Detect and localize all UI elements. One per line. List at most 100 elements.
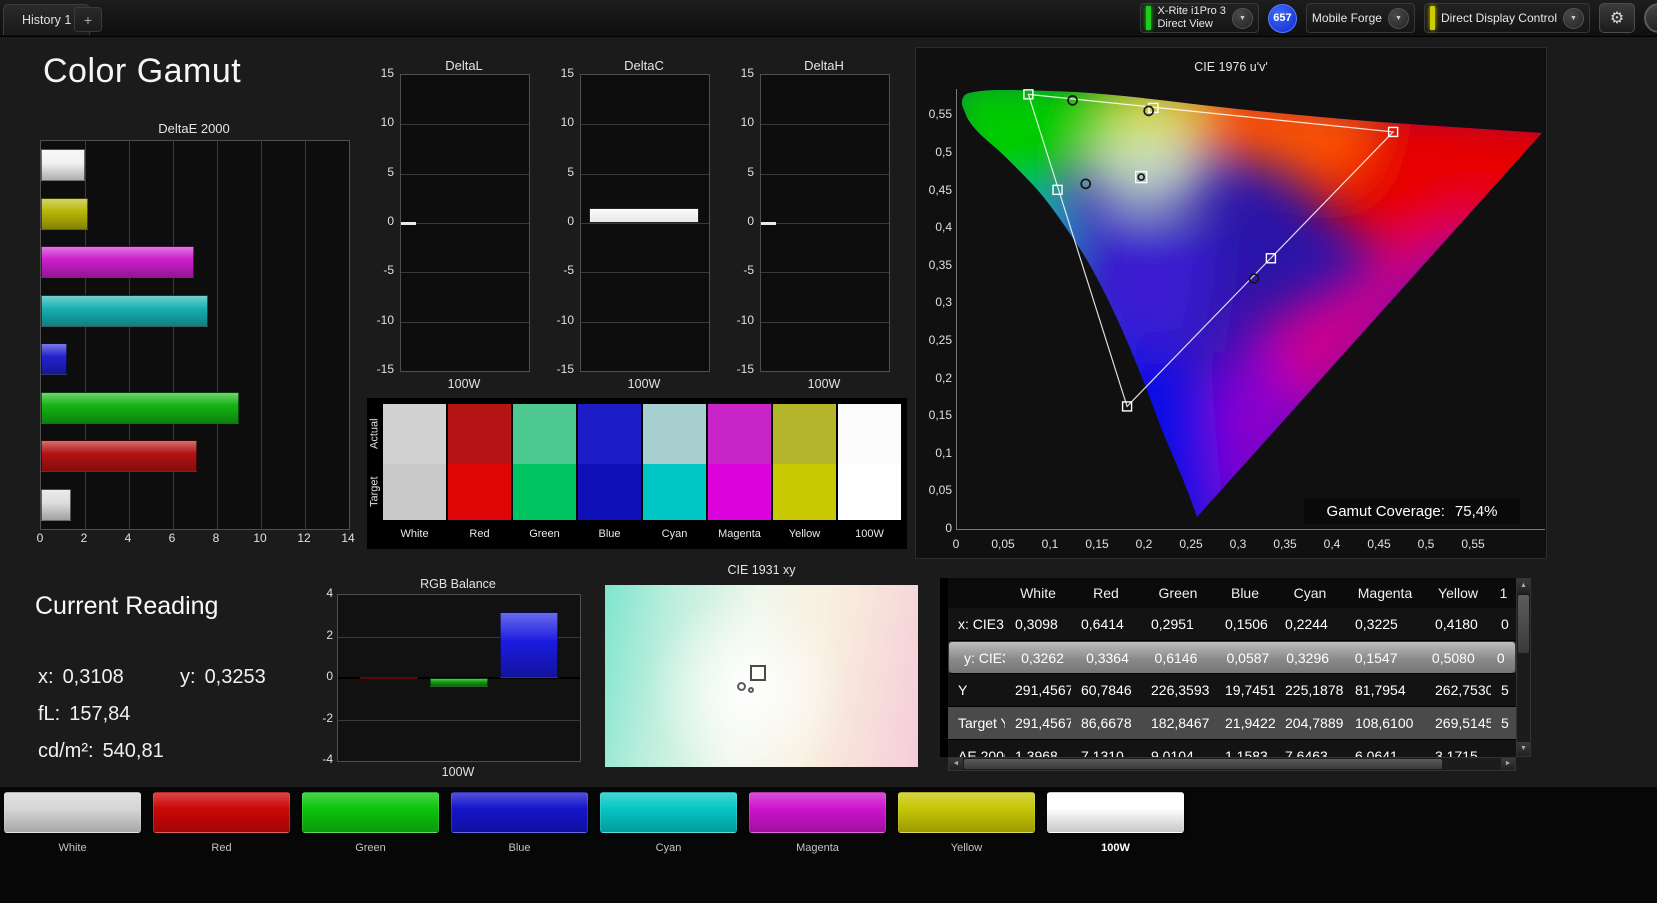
y-tick-label: 0,45: [916, 183, 952, 197]
pattern-button-green[interactable]: Green: [302, 792, 439, 854]
meter-status-indicator: [1146, 6, 1151, 30]
deltae-bar-100w: [41, 149, 85, 181]
pattern-button-blue[interactable]: Blue: [451, 792, 588, 854]
measurement-table: WhiteRedGreenBlueCyanMagentaYellow1 x: C…: [940, 578, 1531, 771]
fl-label: fL:: [38, 703, 60, 726]
settings-button[interactable]: ⚙: [1599, 3, 1635, 33]
y-tick-label: 0,5: [916, 145, 952, 159]
target-swatch: [383, 464, 446, 520]
target-swatch: [838, 464, 901, 520]
y-tick-label: -5: [540, 263, 574, 277]
pattern-button-cyan[interactable]: Cyan: [600, 792, 737, 854]
table-row[interactable]: ΔE 20001,39687,13109,01041,15837,64636,0…: [948, 740, 1516, 757]
meter-mode: Direct View: [1157, 18, 1225, 31]
x-tick-label: 14: [336, 531, 360, 545]
pattern-swatch: [1047, 792, 1184, 833]
y-label: y:: [180, 666, 196, 689]
pattern-swatch: [451, 792, 588, 833]
pattern-button-yellow[interactable]: Yellow: [898, 792, 1035, 854]
table-cell: 0,3098: [1005, 608, 1071, 640]
row-label: Target Y: [948, 707, 1005, 739]
deltae-bar-red: [41, 440, 197, 472]
y-tick-label: 0,35: [916, 258, 952, 272]
column-header: [948, 578, 1005, 608]
deltae-chart-plot: [40, 140, 350, 530]
table-row[interactable]: Target Y291,456786,6678182,846721,942220…: [948, 707, 1516, 740]
scroll-up-arrow[interactable]: ▲: [1517, 579, 1530, 593]
y-tick-label: 0,4: [916, 220, 952, 234]
swatch-label: Green: [513, 528, 576, 540]
table-row[interactable]: y: CIE310,32620,33640,61460,05870,32960,…: [948, 641, 1516, 674]
scroll-left-arrow[interactable]: ◄: [949, 758, 963, 770]
gridline: [305, 141, 306, 529]
calman-calibration-app: History 1 + X-Rite i1Pro 3 Direct View ▼…: [0, 0, 1657, 903]
chevron-glyph: ▼: [1239, 15, 1246, 22]
y-tick-label: -5: [720, 263, 754, 277]
pattern-swatch: [749, 792, 886, 833]
swatch-column-yellow: Yellow: [773, 404, 836, 540]
swatch-column-100w: 100W: [838, 404, 901, 540]
swatch-column-green: Green: [513, 404, 576, 540]
vertical-scrollbar[interactable]: ▲ ▼: [1516, 578, 1531, 757]
y-tick-label: 15: [720, 66, 754, 80]
swatch-strip-panel: Actual Target WhiteRedGreenBlueCyanMagen…: [367, 398, 907, 549]
cdm2-value: 540,81: [103, 740, 164, 763]
actual-row-label: Actual: [368, 404, 381, 464]
swatch-label: Blue: [578, 528, 641, 540]
chevron-down-icon[interactable]: ▼: [1388, 8, 1409, 29]
y-tick-label: 10: [540, 115, 574, 129]
x-axis-label: 100W: [760, 377, 888, 391]
y-tick-label: 0: [720, 214, 754, 228]
delta-plot: [580, 74, 710, 372]
chevron-down-icon[interactable]: ▼: [1563, 8, 1584, 29]
deltae-bar-magenta: [41, 246, 194, 278]
deltae-bar-green: [41, 392, 239, 424]
chevron-down-icon[interactable]: ▼: [1232, 8, 1253, 29]
table-cell: 0,2951: [1141, 608, 1215, 640]
y-tick-label: 15: [360, 66, 394, 80]
pattern-label: 100W: [1047, 842, 1184, 854]
table-header-row: WhiteRedGreenBlueCyanMagentaYellow1: [948, 578, 1516, 608]
meter-select[interactable]: X-Rite i1Pro 3 Direct View ▼: [1140, 3, 1258, 33]
pattern-button-100w[interactable]: 100W: [1047, 792, 1184, 854]
add-tab-button[interactable]: +: [74, 7, 102, 32]
pattern-button-magenta[interactable]: Magenta: [749, 792, 886, 854]
x-tick-label: 0,55: [1458, 537, 1488, 551]
table-cell: 21,9422: [1215, 707, 1275, 739]
scroll-down-arrow[interactable]: ▼: [1517, 742, 1530, 756]
x-tick-label: 0,2: [1129, 537, 1159, 551]
table-cell: 81,7954: [1345, 674, 1425, 706]
x-axis-label: 100W: [400, 377, 528, 391]
pattern-button-red[interactable]: Red: [153, 792, 290, 854]
topbar: History 1 + X-Rite i1Pro 3 Direct View ▼…: [0, 0, 1657, 37]
y-tick-label: -10: [360, 313, 394, 327]
table-row[interactable]: Y291,456760,7846226,359319,7451225,18788…: [948, 674, 1516, 707]
gridline: [581, 272, 709, 273]
table-cell: 7,1310: [1071, 740, 1141, 757]
swatch-columns: WhiteRedGreenBlueCyanMagentaYellow100W: [383, 404, 901, 540]
gridline: [761, 124, 889, 125]
x-tick-label: 0,1: [1035, 537, 1065, 551]
table-cell: 0,3296: [1276, 642, 1338, 674]
reading-count-badge[interactable]: 657: [1268, 4, 1297, 33]
horizontal-scrollbar[interactable]: ◄ ►: [948, 757, 1516, 771]
y-tick-label: 0: [360, 214, 394, 228]
source-select[interactable]: Mobile Forge ▼: [1306, 3, 1415, 33]
swatch-column-magenta: Magenta: [708, 404, 771, 540]
cie1931-zoom-plot: [605, 585, 918, 767]
reading-cdm2: cd/m²: 540,81: [38, 740, 164, 763]
pattern-button-white[interactable]: White: [4, 792, 141, 854]
table-cell: 5: [1491, 707, 1516, 739]
vertical-scroll-thumb[interactable]: [1518, 595, 1529, 653]
gridline: [401, 174, 529, 175]
scroll-right-arrow[interactable]: ►: [1501, 758, 1515, 770]
table-cell: 7,6463: [1275, 740, 1345, 757]
y-tick-label: 0: [916, 521, 952, 535]
horizontal-scroll-thumb[interactable]: [964, 759, 1442, 769]
partial-round-button[interactable]: [1644, 3, 1657, 33]
measured-marker: [737, 682, 746, 691]
display-control-select[interactable]: Direct Display Control ▼: [1424, 3, 1590, 33]
y-tick-label: -15: [720, 362, 754, 376]
table-row[interactable]: x: CIE310,30980,64140,29510,15060,22440,…: [948, 608, 1516, 641]
swatch-column-red: Red: [448, 404, 511, 540]
